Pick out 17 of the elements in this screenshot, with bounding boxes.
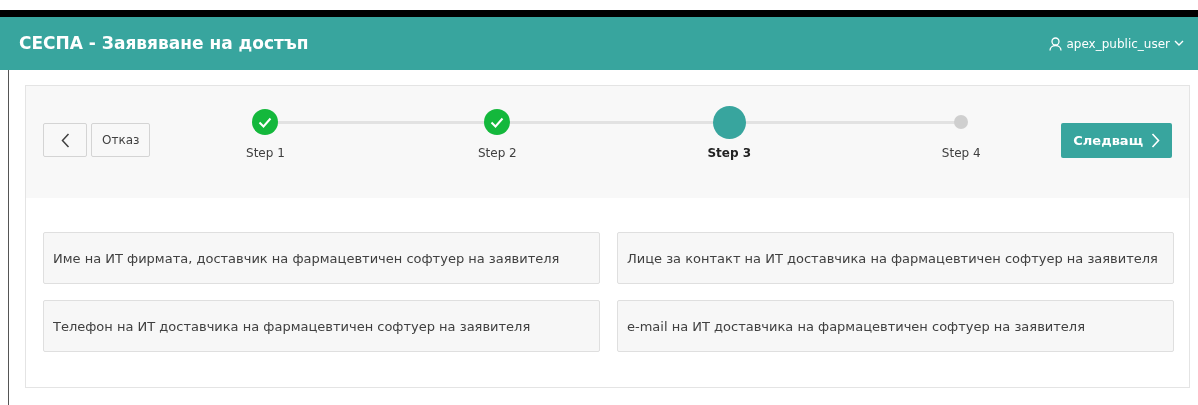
next-button[interactable]: Следващ [1061,123,1172,158]
input-field[interactable]: Име на ИТ фирмата, доставчик на фармацевтичен софтуер на заявителя [43,232,600,284]
cancel-button[interactable]: Отказ [91,123,151,157]
chevron-down-icon [1174,40,1184,47]
user-icon [1049,36,1063,51]
app-title: СЕСПА - Заявяване на достъп [19,31,309,55]
step-label: Step 4 [941,145,981,162]
step-label: Step 3 [707,145,752,162]
input-field[interactable]: Лице за контакт на ИТ доставчика на фармацевтичен софтуер на заявителя [617,232,1174,284]
step-label: Step 1 [246,145,285,162]
step-label: Step 2 [477,145,517,162]
chevron-left-icon [60,133,70,148]
user-menu[interactable]: apex_public_user [1049,34,1184,53]
chevron-right-icon [1151,133,1160,148]
back-button[interactable] [43,123,87,157]
input-field[interactable]: Телефон на ИТ доставчика на фармацевтичен софтуер на заявителя [43,300,600,352]
input-field[interactable]: e-mail на ИТ доставчика на фармацевтичен софтуер на заявителя [617,300,1174,352]
